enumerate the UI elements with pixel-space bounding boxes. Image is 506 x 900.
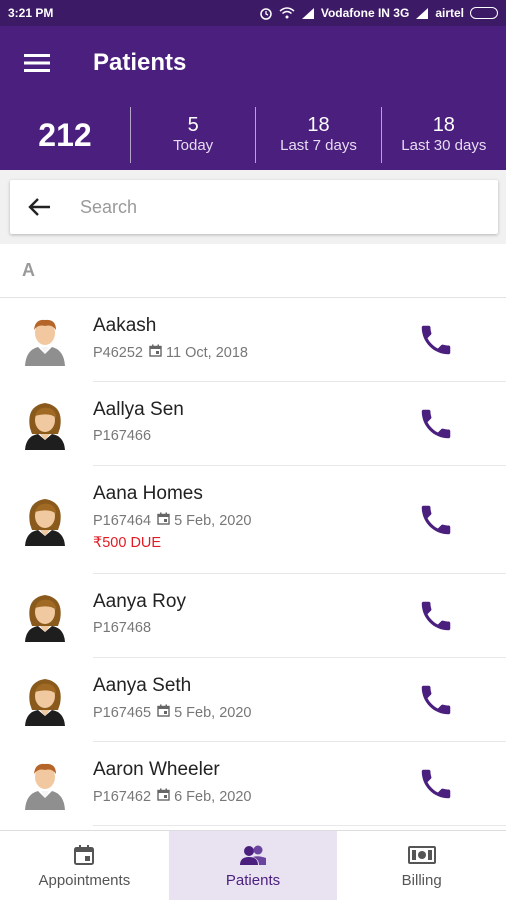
female-avatar-icon xyxy=(25,595,65,642)
call-button[interactable] xyxy=(414,402,458,446)
tab-appointments-label: Appointments xyxy=(38,872,131,889)
hamburger-icon xyxy=(24,54,50,72)
patient-row[interactable]: Aanya Seth P167465 5 Feb, 2020 xyxy=(0,658,506,742)
cash-icon xyxy=(407,846,436,864)
call-button[interactable] xyxy=(414,594,458,638)
patient-list: A Aakash P46252 11 Oct, 2018 Aallya Sen P167… xyxy=(0,244,506,830)
row-divider xyxy=(93,825,506,826)
phone-icon xyxy=(421,409,451,439)
calendar-icon xyxy=(74,845,95,865)
status-bar: 3:21 PM Vodafone IN 3G airtel xyxy=(0,0,506,26)
female-avatar-icon xyxy=(25,679,65,726)
menu-button[interactable] xyxy=(0,26,74,100)
patient-name: Aaron Wheeler xyxy=(93,759,220,780)
page-title: Patients xyxy=(93,49,187,76)
call-button[interactable] xyxy=(414,678,458,722)
patient-name: Aanya Roy xyxy=(93,591,186,612)
tab-billing-label: Billing xyxy=(401,872,442,889)
phone-icon xyxy=(421,769,451,799)
back-arrow-icon xyxy=(28,198,50,216)
male-avatar-icon xyxy=(25,319,65,366)
patient-id: P167466 xyxy=(93,428,152,444)
status-carrier-2: airtel xyxy=(435,6,464,20)
alarm-icon xyxy=(260,8,272,20)
phone-icon xyxy=(421,601,451,631)
calendar-small-icon xyxy=(157,512,170,525)
search-bar xyxy=(10,180,498,234)
patient-date: 11 Oct, 2018 xyxy=(166,344,248,361)
patient-date: 5 Feb, 2020 xyxy=(174,512,252,529)
due-amount: ₹500 DUE xyxy=(93,535,162,551)
app-bar: Patients xyxy=(0,26,506,100)
calendar-small-icon xyxy=(157,788,170,801)
patient-meta: P167468 xyxy=(93,620,186,636)
signal-icon xyxy=(301,8,314,19)
patient-name: Aakash xyxy=(93,315,157,336)
status-time: 3:21 PM xyxy=(8,6,54,20)
patient-name: Aallya Sen xyxy=(93,399,184,420)
patient-name: Aanya Seth xyxy=(93,675,192,696)
tab-patients-label: Patients xyxy=(225,872,281,889)
patient-row[interactable]: Aana Homes P167464 5 Feb, 2020 ₹500 DUE xyxy=(0,466,506,574)
calendar-small-icon xyxy=(157,704,170,717)
patient-meta: P46252 11 Oct, 2018 xyxy=(93,344,248,361)
female-avatar-icon xyxy=(25,499,65,546)
stat-last30[interactable]: 18 Last 30 days xyxy=(382,114,506,156)
back-button[interactable] xyxy=(10,180,70,234)
stat-today-label: Today xyxy=(173,137,214,154)
section-header: A xyxy=(0,244,506,298)
patient-id: P167462 xyxy=(93,788,152,805)
bottom-nav: Appointments Patients Billing xyxy=(0,830,506,900)
stat-last7-value: 18 xyxy=(307,114,330,136)
call-button[interactable] xyxy=(414,318,458,362)
female-avatar-icon xyxy=(25,403,65,450)
patient-row[interactable]: Aallya Sen P167466 xyxy=(0,382,506,466)
phone-icon xyxy=(421,505,451,535)
patient-meta: P167464 5 Feb, 2020 xyxy=(93,512,251,529)
phone-icon xyxy=(421,685,451,715)
patient-row[interactable]: Aanya Roy P167468 xyxy=(0,574,506,658)
patient-meta: P167466 xyxy=(93,428,184,444)
stat-last7[interactable]: 18 Last 7 days xyxy=(256,114,380,156)
calendar-small-icon xyxy=(149,344,162,357)
patient-meta: P167465 5 Feb, 2020 xyxy=(93,704,251,721)
tab-billing[interactable]: Billing xyxy=(337,831,506,900)
call-button[interactable] xyxy=(414,498,458,542)
wifi-icon xyxy=(279,7,295,19)
patient-id: P167465 xyxy=(93,704,152,721)
search-input[interactable] xyxy=(80,196,460,218)
stat-today-value: 5 xyxy=(187,114,199,136)
phone-icon xyxy=(421,325,451,355)
male-avatar-icon xyxy=(25,763,65,810)
tab-appointments[interactable]: Appointments xyxy=(0,831,169,900)
stat-last30-value: 18 xyxy=(432,114,455,136)
call-button[interactable] xyxy=(414,762,458,806)
status-carrier-1: Vodafone IN 3G xyxy=(320,6,410,20)
tab-patients[interactable]: Patients xyxy=(168,831,338,900)
patient-date: 5 Feb, 2020 xyxy=(174,704,252,721)
stat-today[interactable]: 5 Today xyxy=(131,114,255,156)
people-icon xyxy=(240,845,266,865)
patient-meta: P167462 6 Feb, 2020 xyxy=(93,788,251,805)
patient-id: P46252 xyxy=(93,344,143,361)
patient-id: P167464 xyxy=(93,512,152,529)
patient-name: Aana Homes xyxy=(93,483,203,504)
patient-date: 6 Feb, 2020 xyxy=(174,788,252,805)
battery-icon xyxy=(470,7,498,19)
signal-icon-2 xyxy=(416,8,429,19)
stat-last30-label: Last 30 days xyxy=(401,137,487,154)
patient-row[interactable]: Aaron Wheeler P167462 6 Feb, 2020 xyxy=(0,742,506,826)
patient-row[interactable]: Aakash P46252 11 Oct, 2018 xyxy=(0,298,506,382)
stat-total[interactable]: 212 xyxy=(0,117,130,154)
stats-bar: 212 5 Today 18 Last 7 days 18 Last 30 da… xyxy=(0,100,506,170)
patient-id: P167468 xyxy=(93,620,152,636)
stat-last7-label: Last 7 days xyxy=(280,137,357,154)
